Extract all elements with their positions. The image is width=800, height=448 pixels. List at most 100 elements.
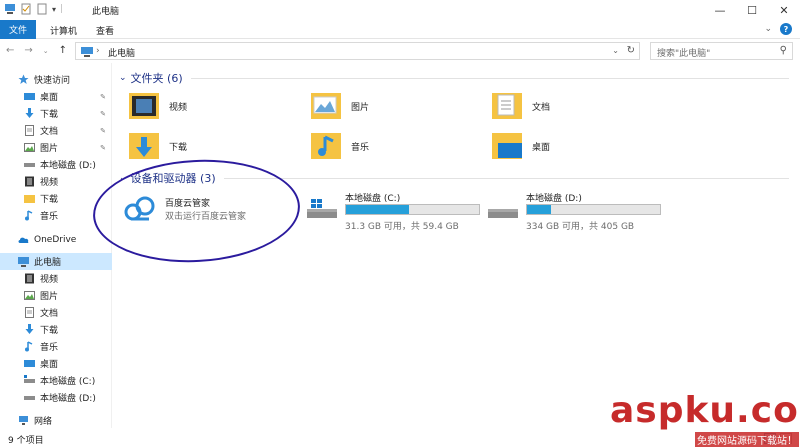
sidebar-label: 图片 bbox=[40, 144, 59, 154]
folder-downloads[interactable]: 下载 bbox=[127, 129, 187, 163]
breadcrumb-separator[interactable]: › bbox=[96, 46, 100, 56]
document-icon bbox=[24, 307, 35, 318]
watermark-subtitle: 免费网站源码下载站！ bbox=[695, 432, 799, 447]
expand-ribbon-icon[interactable]: ⌄ bbox=[764, 24, 772, 34]
video-folder-icon bbox=[127, 89, 161, 123]
folder-label: 图片 bbox=[351, 102, 370, 113]
chevron-down-icon[interactable]: ⌄ bbox=[119, 173, 127, 183]
back-arrow-icon[interactable]: ← bbox=[6, 45, 14, 56]
properties-icon[interactable] bbox=[20, 3, 32, 15]
sidebar-network[interactable]: 网络 bbox=[0, 412, 112, 429]
pin-icon[interactable]: ✎ bbox=[100, 93, 106, 101]
sidebar-onedrive[interactable]: OneDrive bbox=[0, 231, 112, 248]
devices-group-header[interactable]: ⌄ 设备和驱动器 (3) bbox=[119, 170, 789, 186]
sidebar-pc-documents[interactable]: 文档 bbox=[0, 304, 112, 321]
sidebar-item-pictures[interactable]: 图片 ✎ bbox=[0, 139, 112, 156]
video-icon bbox=[24, 176, 35, 187]
sidebar-pc-downloads[interactable]: 下载 bbox=[0, 321, 112, 338]
sidebar-label: 文档 bbox=[40, 309, 59, 319]
help-icon[interactable]: ? bbox=[780, 23, 792, 35]
folder-desktop[interactable]: 桌面 bbox=[490, 129, 550, 163]
maximize-button[interactable]: ☐ bbox=[736, 0, 768, 20]
search-input[interactable]: 搜索"此电脑" ⚲ bbox=[650, 42, 793, 60]
title-divider: | bbox=[60, 4, 64, 14]
sidebar-label: 此电脑 bbox=[34, 258, 62, 268]
download-arrow-icon bbox=[24, 108, 35, 119]
app-description: 双击运行百度云管家 bbox=[165, 212, 247, 222]
chevron-down-icon[interactable]: ⌄ bbox=[119, 73, 127, 83]
sidebar-label: 本地磁盘 (D:) bbox=[40, 161, 96, 171]
watermark: aspku.com 免费网站源码下载站！ bbox=[590, 390, 800, 447]
window-title: 此电脑 bbox=[92, 7, 120, 17]
drive-usage-bar bbox=[345, 204, 480, 215]
folder-music[interactable]: 音乐 bbox=[309, 129, 369, 163]
tab-file[interactable]: 文件 bbox=[0, 20, 36, 39]
sidebar-item-videos[interactable]: 视频 bbox=[0, 173, 112, 190]
up-arrow-icon[interactable]: ↑ bbox=[59, 45, 67, 56]
tab-computer[interactable]: 计算机 bbox=[50, 24, 77, 37]
downloads-folder-icon bbox=[127, 129, 161, 163]
group-divider bbox=[190, 77, 789, 79]
breadcrumb-this-pc[interactable]: 此电脑 bbox=[108, 46, 135, 59]
group-title: 文件夹 (6) bbox=[130, 72, 183, 85]
sidebar-pc-music[interactable]: 音乐 bbox=[0, 338, 112, 355]
watermark-logo: aspku.com bbox=[610, 390, 800, 431]
tab-view[interactable]: 查看 bbox=[96, 24, 114, 37]
minimize-button[interactable]: — bbox=[704, 0, 736, 20]
pin-icon[interactable]: ✎ bbox=[100, 110, 106, 118]
sidebar-item-drive-d[interactable]: 本地磁盘 (D:) bbox=[0, 156, 112, 173]
sidebar-label: 桌面 bbox=[40, 360, 59, 370]
sidebar-label: 桌面 bbox=[40, 93, 59, 103]
folder-label: 下载 bbox=[169, 142, 188, 153]
sidebar-item-desktop[interactable]: 桌面 ✎ bbox=[0, 88, 112, 105]
sidebar-pc-pictures[interactable]: 图片 bbox=[0, 287, 112, 304]
new-folder-icon[interactable] bbox=[36, 3, 48, 15]
pin-icon[interactable]: ✎ bbox=[100, 127, 106, 135]
sidebar-this-pc[interactable]: 此电脑 bbox=[0, 253, 112, 270]
nav-buttons: ← → ⌄ ↑ bbox=[6, 45, 67, 56]
sidebar-pc-drive-d[interactable]: 本地磁盘 (D:) bbox=[0, 389, 112, 406]
drive-name: 本地磁盘 (C:) bbox=[345, 194, 401, 204]
sidebar-label: 下载 bbox=[40, 110, 59, 120]
title-bar: ▾ | 此电脑 — ☐ ✕ bbox=[0, 0, 800, 20]
customize-dropdown-icon[interactable]: ▾ bbox=[52, 5, 56, 14]
folder-documents[interactable]: 文档 bbox=[490, 89, 550, 123]
folder-pictures[interactable]: 图片 bbox=[309, 89, 369, 123]
sidebar-pc-desktop[interactable]: 桌面 bbox=[0, 355, 112, 372]
forward-arrow-icon[interactable]: → bbox=[24, 45, 32, 56]
sidebar-pc-drive-c[interactable]: 本地磁盘 (C:) bbox=[0, 372, 112, 389]
windows-drive-icon bbox=[305, 199, 339, 224]
sidebar-label: 快速访问 bbox=[34, 76, 71, 86]
address-dropdown-icon[interactable]: ⌄ bbox=[612, 46, 619, 55]
close-button[interactable]: ✕ bbox=[768, 0, 800, 20]
sidebar-item-downloads[interactable]: 下载 ✎ bbox=[0, 105, 112, 122]
pc-icon bbox=[81, 47, 93, 60]
sidebar-item-downloads-folder[interactable]: 下载 bbox=[0, 190, 112, 207]
pin-icon[interactable]: ✎ bbox=[100, 144, 106, 152]
folders-group-header[interactable]: ⌄ 文件夹 (6) bbox=[119, 70, 789, 86]
picture-icon bbox=[24, 290, 35, 301]
sidebar-label: 下载 bbox=[40, 195, 59, 205]
sidebar-label: 音乐 bbox=[40, 343, 59, 353]
video-icon bbox=[24, 273, 35, 284]
recent-dropdown-icon[interactable]: ⌄ bbox=[43, 47, 49, 56]
refresh-icon[interactable]: ↻ bbox=[627, 45, 635, 56]
address-bar[interactable]: › 此电脑 ⌄ ↻ bbox=[75, 42, 640, 60]
window-controls: — ☐ ✕ bbox=[704, 0, 800, 20]
sidebar-quick-access[interactable]: 快速访问 bbox=[0, 71, 112, 88]
sidebar-pc-videos[interactable]: 视频 bbox=[0, 270, 112, 287]
sidebar-item-music[interactable]: 音乐 bbox=[0, 207, 112, 224]
pc-icon[interactable] bbox=[4, 3, 16, 15]
search-icon[interactable]: ⚲ bbox=[780, 45, 787, 56]
sidebar-label: 音乐 bbox=[40, 212, 59, 222]
folder-videos[interactable]: 视频 bbox=[127, 89, 187, 123]
group-title: 设备和驱动器 (3) bbox=[130, 172, 216, 185]
drive-icon bbox=[24, 375, 35, 386]
sidebar-item-documents[interactable]: 文档 ✎ bbox=[0, 122, 112, 139]
address-row: ← → ⌄ ↑ › 此电脑 ⌄ ↻ 搜索"此电脑" ⚲ bbox=[0, 39, 800, 63]
sidebar-label: 文档 bbox=[40, 127, 59, 137]
sidebar-label: 网络 bbox=[34, 417, 53, 427]
cloud-icon bbox=[18, 234, 29, 245]
folder-icon bbox=[24, 193, 35, 204]
drive-usage-bar bbox=[526, 204, 661, 215]
